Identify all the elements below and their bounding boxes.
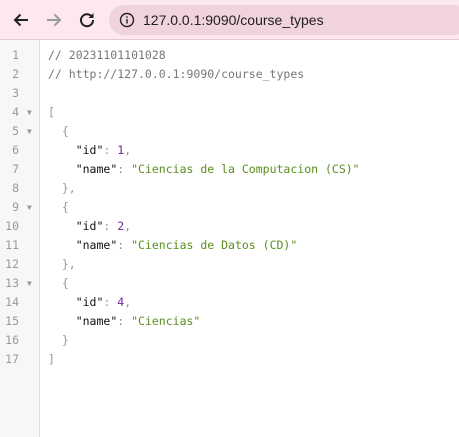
code-token: "name" xyxy=(75,238,118,252)
code-token: : xyxy=(117,314,132,328)
line-number: 2 xyxy=(12,67,19,81)
fold-toggle-icon[interactable]: ▼ xyxy=(27,103,32,122)
line-number: 6 xyxy=(12,143,19,157)
code-text: } xyxy=(48,331,69,350)
code-token: { xyxy=(48,276,69,290)
code-text: "name": "Ciencias de Datos (CD)" xyxy=(48,236,298,255)
line-number: 13 xyxy=(5,276,19,290)
code-line: 13 ▼ { xyxy=(0,274,459,293)
fold-toggle-icon[interactable]: ▼ xyxy=(27,274,32,293)
back-button[interactable] xyxy=(9,8,33,32)
code-token: : xyxy=(103,219,118,233)
fold-toggle-icon[interactable]: ▼ xyxy=(27,198,32,217)
line-number: 17 xyxy=(5,352,19,366)
code-token: "Ciencias" xyxy=(131,314,201,328)
code-text: { xyxy=(48,198,69,217)
code-text: }, xyxy=(48,179,76,198)
code-token: , xyxy=(124,143,132,157)
line-number: 11 xyxy=(5,238,19,252)
code-token: } xyxy=(48,333,69,347)
code-text: "name": "Ciencias" xyxy=(48,312,201,331)
code-text: // http://127.0.0.1:9090/course_types xyxy=(48,65,304,84)
line-number: 12 xyxy=(5,257,19,271)
code-token: "id" xyxy=(75,295,104,309)
code-line: 2 // http://127.0.0.1:9090/course_types xyxy=(0,65,459,84)
line-number: 4 xyxy=(12,105,19,119)
code-text: { xyxy=(48,122,69,141)
code-token: // 20231101101028 xyxy=(48,48,166,62)
code-text: [ xyxy=(48,103,55,122)
line-number: 9 xyxy=(12,200,19,214)
code-line: 4 ▼ [ xyxy=(0,103,459,122)
line-number: 14 xyxy=(5,295,19,309)
line-number: 8 xyxy=(12,181,19,195)
code-token: , xyxy=(124,295,132,309)
address-bar[interactable]: 127.0.0.1:9090/course_types xyxy=(109,5,459,35)
code-token: : xyxy=(117,162,132,176)
fold-toggle-icon[interactable]: ▼ xyxy=(27,122,32,141)
code-line: 16 } xyxy=(0,331,459,350)
code-token: }, xyxy=(48,257,76,271)
code-line: 11 "name": "Ciencias de Datos (CD)" xyxy=(0,236,459,255)
json-viewer: 1 // 20231101101028 2 // http://127.0.0.1:9… xyxy=(0,40,459,437)
forward-button[interactable] xyxy=(42,8,66,32)
line-number: 16 xyxy=(5,333,19,347)
arrow-left-icon xyxy=(12,11,30,29)
code-text: { xyxy=(48,274,69,293)
code-text: ] xyxy=(48,350,55,369)
code-token: "name" xyxy=(75,162,118,176)
code-token: { xyxy=(48,124,69,138)
line-number: 10 xyxy=(5,219,19,233)
code-token: "name" xyxy=(75,314,118,328)
code-line: 7 "name": "Ciencias de la Computacion (C… xyxy=(0,160,459,179)
line-number: 5 xyxy=(12,124,19,138)
browser-toolbar: 127.0.0.1:9090/course_types xyxy=(0,0,459,40)
url-text[interactable]: 127.0.0.1:9090/course_types xyxy=(143,11,324,29)
code-line: 9 ▼ { xyxy=(0,198,459,217)
code-text: // 20231101101028 xyxy=(48,46,166,65)
code-token: "id" xyxy=(75,219,104,233)
line-number: 3 xyxy=(12,86,19,100)
line-number: 7 xyxy=(12,162,19,176)
reload-icon xyxy=(78,11,96,29)
code-line: 3 xyxy=(0,84,459,103)
arrow-right-icon xyxy=(45,11,63,29)
code-token: "Ciencias de la Computacion (CS)" xyxy=(131,162,360,176)
code-token: [ xyxy=(48,105,55,119)
code-line: 15 "name": "Ciencias" xyxy=(0,312,459,331)
code-token: : xyxy=(103,295,118,309)
code-token: "Ciencias de Datos (CD)" xyxy=(131,238,298,252)
code-token: : xyxy=(117,238,132,252)
code-text: "name": "Ciencias de la Computacion (CS)… xyxy=(48,160,360,179)
code-text: "id": 4, xyxy=(48,293,131,312)
code-line: 6 "id": 1, xyxy=(0,141,459,160)
line-number: 1 xyxy=(12,48,19,62)
code-token: ] xyxy=(48,352,55,366)
code-token: }, xyxy=(48,181,76,195)
code-text: "id": 1, xyxy=(48,141,131,160)
code-text: }, xyxy=(48,255,76,274)
code-line: 14 "id": 4, xyxy=(0,293,459,312)
code-text: "id": 2, xyxy=(48,217,131,236)
code-token: { xyxy=(48,200,69,214)
code-line: 5 ▼ { xyxy=(0,122,459,141)
code-token: "id" xyxy=(75,143,104,157)
code-token: : xyxy=(103,143,118,157)
info-circle-icon[interactable] xyxy=(119,12,135,28)
reload-button[interactable] xyxy=(75,8,99,32)
line-number: 15 xyxy=(5,314,19,328)
code-line: 10 "id": 2, xyxy=(0,217,459,236)
code-line: 12 }, xyxy=(0,255,459,274)
code-line: 17] xyxy=(0,350,459,369)
code-token: , xyxy=(124,219,132,233)
code-token: // http://127.0.0.1:9090/course_types xyxy=(48,67,305,81)
code-line: 1 // 20231101101028 xyxy=(0,46,459,65)
code-line: 8 }, xyxy=(0,179,459,198)
